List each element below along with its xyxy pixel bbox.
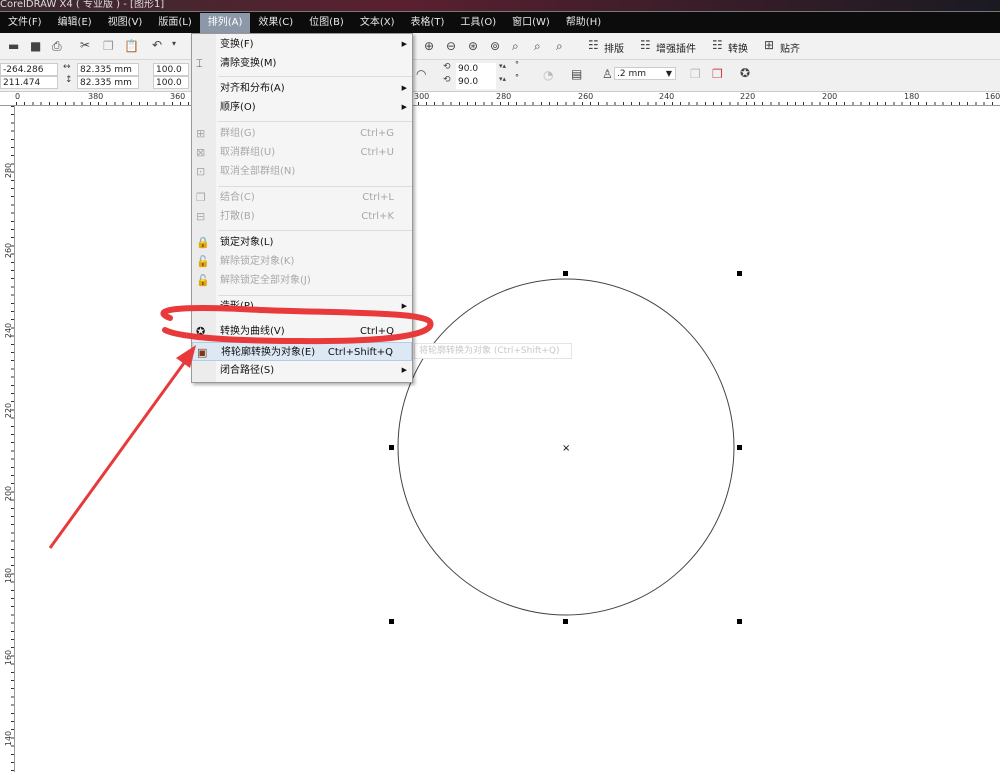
arrow-line [48, 351, 194, 549]
highlight-ellipse [160, 305, 434, 345]
arrow-head-icon [176, 345, 196, 368]
red-annotation [48, 305, 434, 549]
